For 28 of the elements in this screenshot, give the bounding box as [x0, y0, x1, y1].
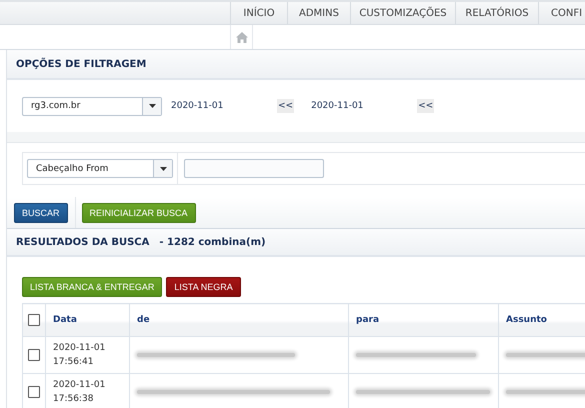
- nav-tab[interactable]: CONFI: [538, 2, 585, 24]
- blacklist-button[interactable]: LISTA NEGRA: [166, 277, 241, 297]
- column-header: Data: [46, 304, 130, 336]
- date-text: 2020-11-01: [311, 101, 364, 111]
- date-text: 2020-11-01: [171, 101, 224, 111]
- calendar-button[interactable]: <<: [417, 99, 434, 113]
- checkbox[interactable]: [28, 314, 40, 326]
- column-header: para: [348, 304, 498, 336]
- calendar-button[interactable]: <<: [277, 99, 294, 113]
- nav-tab[interactable]: RELATÓRIOS: [455, 2, 538, 24]
- field-select[interactable]: Cabeçalho From: [27, 159, 173, 178]
- panel-title: OPÇÕES DE FILTRAGEM: [16, 58, 146, 70]
- nav-tab[interactable]: CUSTOMIZAÇÕES: [350, 2, 455, 24]
- caret-icon: [160, 166, 166, 170]
- home-icon: [236, 32, 248, 42]
- column-header: de: [130, 304, 348, 336]
- checkbox[interactable]: [28, 348, 40, 361]
- column-header: Assunto: [498, 304, 585, 336]
- checkbox[interactable]: [28, 386, 40, 398]
- nav-tab[interactable]: ADMINS: [287, 2, 350, 24]
- search-button[interactable]: BUSCAR: [14, 202, 68, 222]
- panel-title: RESULTADOS DA BUSCA: [16, 236, 150, 248]
- value-input[interactable]: [184, 159, 324, 178]
- domain-select[interactable]: rg3.com.br: [22, 96, 162, 116]
- nav-tab[interactable]: INÍCIO: [230, 2, 287, 24]
- caret-icon: [148, 104, 156, 108]
- result-count: - 1282 combina(m): [159, 236, 266, 248]
- table-cell: 2020-11-01 17:56:41: [46, 336, 130, 374]
